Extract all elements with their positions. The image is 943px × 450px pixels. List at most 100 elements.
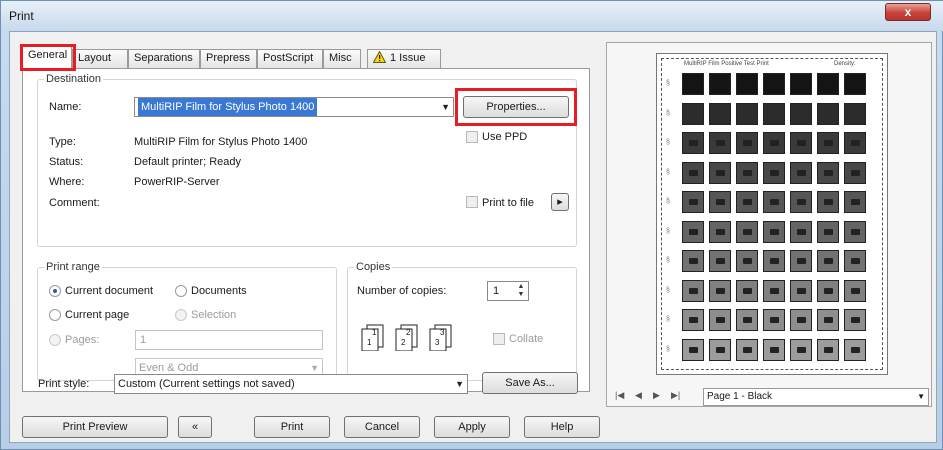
collate-digit: 3 [435,338,440,347]
destination-label: Destination [44,73,104,85]
pages-radio[interactable] [49,334,61,346]
row-marker: § [666,80,670,87]
test-patch [736,132,758,154]
tab-prepress[interactable]: Prepress [200,49,257,68]
test-patch [763,250,785,272]
first-page-icon[interactable]: |◀ [615,390,624,401]
test-patch [790,191,812,213]
print-style-select[interactable]: Custom (Current settings not saved) ▼ [114,374,468,394]
test-patch [817,191,839,213]
test-patch [790,250,812,272]
row-marker: § [666,286,670,294]
patch-mark [743,140,752,146]
use-ppd-checkbox[interactable] [466,131,478,143]
preview-page-value: Page 1 - Black [707,391,773,402]
patch-mark [824,287,833,294]
tab-general[interactable]: General [22,46,72,68]
test-patch [844,309,866,331]
patch-mark [689,346,698,353]
cancel-button[interactable]: Cancel [344,416,420,438]
apply-button[interactable]: Apply [434,416,510,438]
patch-mark [743,317,752,323]
pages-input[interactable]: 1 [135,330,323,350]
patch-mark [824,199,833,205]
tab-label: Separations [134,52,193,64]
collate-digit: 3 [440,328,445,337]
collapse-preview-button[interactable]: « [178,416,212,438]
test-patch [682,102,704,125]
number-of-copies-label: Number of copies: [357,285,447,297]
patch-mark [851,258,860,264]
test-patch [817,220,839,243]
title-bar: Print x [1,1,943,31]
patch-mark [797,228,806,235]
copies-value: 1 [493,285,500,297]
test-patch [682,73,704,95]
patch-mark [797,346,806,353]
tab-separations[interactable]: Separations [128,49,200,68]
patch-mark [851,287,860,294]
test-patch [682,338,704,361]
preview-page-select[interactable]: Page 1 - Black ▼ [703,388,929,406]
print-to-file-checkbox[interactable] [466,196,478,208]
tab-misc[interactable]: Misc [323,49,361,68]
window-title: Print [9,9,34,23]
test-patch [682,250,704,272]
name-label: Name: [49,101,82,113]
patch-mark [770,287,779,294]
patch-mark [851,346,860,353]
next-page-icon[interactable]: ▶ [653,390,660,401]
printer-name-select[interactable]: MultiRIP Film for Stylus Photo 1400 ▼ [134,97,454,117]
test-patch [763,309,785,331]
test-patch [763,220,785,243]
patch-mark [770,258,779,264]
print-to-file-options-button[interactable]: ▸ [551,193,569,211]
patch-mark [689,228,698,235]
test-patch [736,102,758,125]
test-patch [790,73,812,95]
test-patch [844,102,866,125]
chevron-down-icon: ▼ [441,102,450,112]
collate-digit: 1 [367,338,372,347]
test-patch [844,161,866,184]
test-patch [844,250,866,272]
collate-pages-icon: 1 1 2 2 3 3 [361,324,452,351]
row-marker: § [666,168,670,176]
print-dialog: Print x General Layout Separations Prepr… [0,0,943,450]
documents-radio[interactable] [175,285,187,297]
last-page-icon[interactable]: ▶| [671,390,680,401]
test-patch [844,338,866,361]
tab-issues[interactable]: 1 Issue [367,49,441,68]
patch-mark [689,140,698,146]
patch-mark [743,199,752,205]
tab-postscript[interactable]: PostScript [257,49,323,68]
current-page-radio[interactable] [49,309,61,321]
properties-button[interactable]: Properties... [463,96,569,118]
test-patch [817,73,839,95]
patch-mark [743,228,752,235]
test-patch [817,132,839,154]
test-patch [790,338,812,361]
previous-page-icon[interactable]: ◀ [635,390,642,401]
spinner-arrows-icon[interactable]: ▲ ▼ [515,283,527,299]
patch-mark [716,199,725,205]
copies-spinner[interactable]: 1 ▲ ▼ [487,281,529,301]
current-document-radio[interactable] [49,285,61,297]
close-button[interactable]: x [885,3,931,21]
print-button[interactable]: Print [254,416,330,438]
selection-radio[interactable] [175,309,187,321]
row-marker: § [666,198,670,205]
patch-mark [851,140,860,146]
print-preview-button[interactable]: Print Preview [22,416,168,438]
tab-layout[interactable]: Layout [72,49,128,68]
test-patch [709,132,731,154]
test-patch [790,161,812,184]
collate-checkbox[interactable] [493,333,505,345]
tab-label: Misc [329,52,352,64]
patch-mark [689,287,698,294]
patch-mark [824,228,833,235]
help-button[interactable]: Help [524,416,600,438]
save-as-button[interactable]: Save As... [482,372,578,394]
test-patch [763,161,785,184]
type-label: Type: [49,136,76,148]
